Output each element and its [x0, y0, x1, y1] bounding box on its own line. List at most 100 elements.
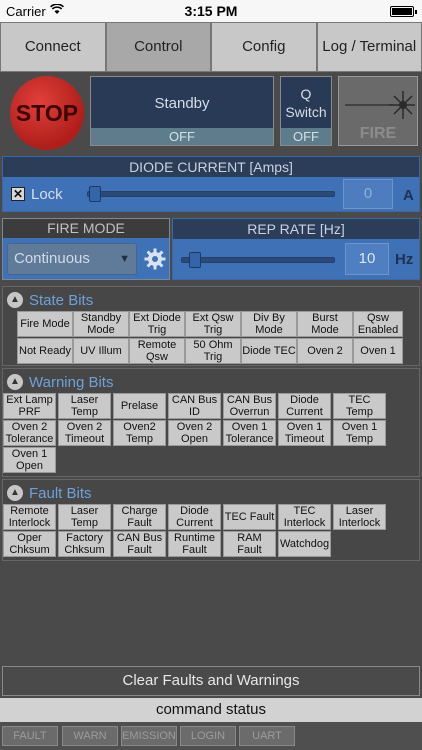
fire-mode-select[interactable]: Continuous ▼: [7, 243, 137, 275]
status-bar: Carrier 3:15 PM: [0, 0, 422, 22]
diode-current-value[interactable]: 0: [343, 179, 393, 209]
bit-can-bus-overrun: CAN Bus Overrun: [223, 393, 276, 419]
bit-prelase: Prelase: [113, 393, 166, 419]
indicator-fault: FAULT: [2, 726, 58, 746]
bit-diode-current: Diode Current: [278, 393, 331, 419]
tab-log-terminal[interactable]: Log / Terminal: [316, 22, 422, 72]
bit-oper-chksum: Oper Chksum: [3, 531, 56, 557]
state-bits-header[interactable]: ▲ State Bits: [7, 290, 93, 310]
bit-ram-fault: RAM Fault: [223, 531, 276, 557]
fault-bits-header[interactable]: ▲ Fault Bits: [7, 483, 92, 503]
tab-config[interactable]: Config: [211, 22, 317, 72]
fire-button[interactable]: FIRE: [338, 76, 418, 146]
indicator-login: LOGIN: [180, 726, 236, 746]
standby-label: Standby: [154, 94, 210, 112]
bit-not-ready: Not Ready: [17, 338, 73, 364]
lock-checkbox[interactable]: ✕: [11, 187, 25, 201]
bit-div-by-mode: Div By Mode: [241, 311, 297, 337]
tab-control[interactable]: Control: [105, 22, 211, 72]
indicator-warn: WARN: [62, 726, 118, 746]
bit-oven2-temp: Oven2 Temp: [113, 420, 166, 446]
bit-remote-interlock: Remote Interlock: [3, 504, 56, 530]
bit-fire-mode: Fire Mode: [17, 311, 73, 337]
bit-laser-interlock: Laser Interlock: [333, 504, 386, 530]
warning-bits-section: ▲ Warning Bits Ext Lamp PRF Laser Temp P…: [2, 368, 420, 477]
state-bits-section: ▲ State Bits Fire Mode Standby Mode Ext …: [2, 286, 420, 366]
fault-bits-section: ▲ Fault Bits Remote Interlock Laser Temp…: [2, 479, 420, 561]
bit-ext-lamp-prf: Ext Lamp PRF: [3, 393, 56, 419]
fire-mode-panel: FIRE MODE Continuous ▼: [2, 218, 170, 280]
standby-button[interactable]: Standby OFF: [90, 76, 274, 146]
bit-oven-1-open: Oven 1 Open: [3, 447, 56, 473]
qswitch-button[interactable]: Q Switch OFF: [280, 76, 332, 146]
tab-bar: Connect Control Config Log / Terminal: [0, 22, 422, 72]
bit-factory-chksum: Factory Chksum: [58, 531, 111, 557]
bit-charge-fault: Charge Fault: [113, 504, 166, 530]
chevron-down-icon: ▼: [119, 253, 130, 265]
bit-laser-temp: Laser Temp: [58, 393, 111, 419]
chevron-up-circle-icon: ▲: [7, 485, 23, 501]
stop-button[interactable]: STOP: [10, 76, 84, 150]
rep-rate-value[interactable]: 10: [345, 243, 389, 275]
fire-mode-title: FIRE MODE: [3, 219, 169, 238]
bit-tec-fault: TEC Fault: [223, 504, 276, 530]
bit-oven-2: Oven 2: [297, 338, 353, 364]
bit-oven-1-temp: Oven 1 Temp: [333, 420, 386, 446]
chevron-up-circle-icon: ▲: [7, 374, 23, 390]
gear-icon[interactable]: [144, 248, 166, 270]
rep-rate-slider-track[interactable]: [181, 257, 335, 263]
tab-connect[interactable]: Connect: [0, 22, 106, 72]
bit-uv-illum: UV Illum: [73, 338, 129, 364]
bit-ext-diode-trig: Ext Diode Trig: [129, 311, 185, 337]
bit-standby-mode: Standby Mode: [73, 311, 129, 337]
chevron-up-circle-icon: ▲: [7, 292, 23, 308]
bit-oven-2-open: Oven 2 Open: [168, 420, 221, 446]
diode-current-slider-thumb[interactable]: [89, 186, 101, 202]
bit-50-ohm-trig: 50 Ohm Trig: [185, 338, 241, 364]
bit-watchdog: Watchdog: [278, 531, 331, 557]
bit-oven-1-timeout: Oven 1 Timeout: [278, 420, 331, 446]
bit-tec-interlock: TEC Interlock: [278, 504, 331, 530]
bit-fault-laser-temp: Laser Temp: [58, 504, 111, 530]
qswitch-label: Q Switch: [285, 86, 327, 120]
diode-current-unit: A: [403, 187, 414, 204]
bit-oven-1: Oven 1: [353, 338, 403, 364]
bit-ext-qsw-trig: Ext Qsw Trig: [185, 311, 241, 337]
bit-runtime-fault: Runtime Fault: [168, 531, 221, 557]
qswitch-state: OFF: [281, 128, 331, 145]
warning-bits-header[interactable]: ▲ Warning Bits: [7, 372, 113, 392]
fire-mode-selected: Continuous: [14, 250, 90, 267]
diode-current-slider-track[interactable]: [87, 191, 335, 197]
clock: 3:15 PM: [184, 3, 238, 19]
status-indicators: FAULT WARN EMISSION LOGIN UART: [0, 722, 422, 750]
diode-current-panel: DIODE CURRENT [Amps] ✕ Lock 0 A: [2, 156, 420, 212]
indicator-emission: EMISSION: [121, 726, 177, 746]
state-bits-title: State Bits: [29, 291, 94, 309]
rep-rate-unit: Hz: [395, 251, 414, 268]
bit-qsw-enabled: Qsw Enabled: [353, 311, 403, 337]
bit-burst-mode: Burst Mode: [297, 311, 353, 337]
warning-bits-title: Warning Bits: [29, 373, 114, 391]
laser-burst-icon: [345, 91, 415, 119]
bit-remote-qsw: Remote Qsw: [129, 338, 185, 364]
diode-current-title: DIODE CURRENT [Amps]: [3, 157, 419, 177]
lock-label: Lock: [31, 186, 63, 203]
bit-fault-diode-current: Diode Current: [168, 504, 221, 530]
bit-tec-temp: TEC Temp: [333, 393, 386, 419]
command-status: command status: [0, 698, 422, 722]
indicator-uart: UART: [239, 726, 295, 746]
rep-rate-title: REP RATE [Hz]: [173, 219, 419, 239]
rep-rate-panel: REP RATE [Hz] 10 Hz: [172, 218, 420, 280]
bit-oven-2-tolerance: Oven 2 Tolerance: [3, 420, 56, 446]
standby-state: OFF: [91, 128, 273, 145]
rep-rate-slider-thumb[interactable]: [189, 252, 201, 268]
clear-faults-button[interactable]: Clear Faults and Warnings: [2, 666, 420, 696]
fire-label: FIRE: [359, 125, 397, 142]
battery-icon: [390, 6, 417, 17]
bit-diode-tec: Diode TEC: [241, 338, 297, 364]
bit-oven-2-timeout: Oven 2 Timeout: [58, 420, 111, 446]
bit-can-bus-id: CAN Bus ID: [168, 393, 221, 419]
bit-oven-1-tolerance: Oven 1 Tolerance: [223, 420, 276, 446]
fault-bits-title: Fault Bits: [29, 484, 92, 502]
bit-can-bus-fault: CAN Bus Fault: [113, 531, 166, 557]
